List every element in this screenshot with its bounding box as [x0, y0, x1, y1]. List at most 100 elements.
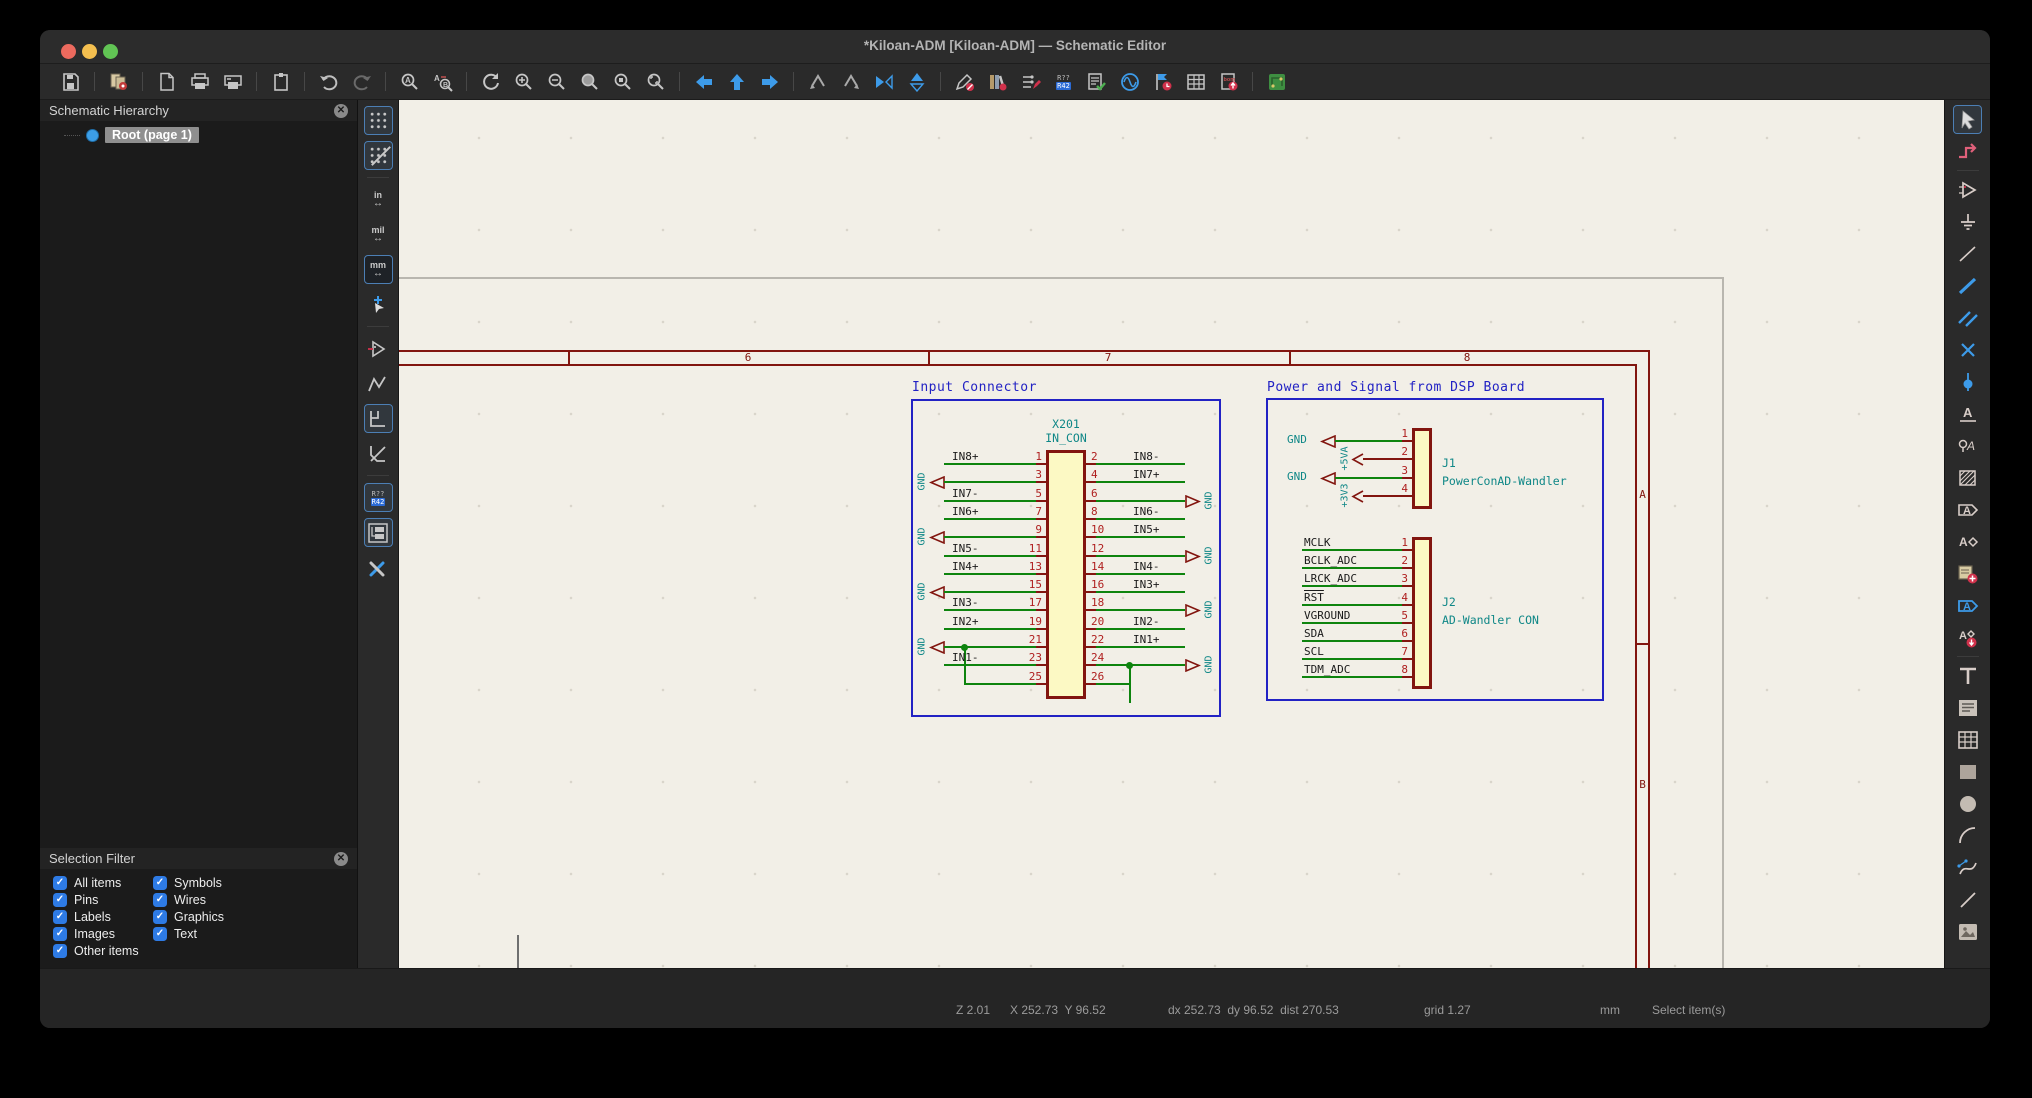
pin-net-label[interactable]: BCLK_ADC	[1304, 554, 1357, 567]
no-connect-icon[interactable]	[1954, 336, 1981, 363]
units-mm-icon[interactable]: mm ↔	[363, 255, 393, 284]
nav-forward-icon[interactable]	[756, 68, 783, 95]
open-pcb-icon[interactable]	[1263, 68, 1290, 95]
page-settings-icon[interactable]	[153, 68, 180, 95]
hierarchical-label-icon[interactable]: A	[1954, 528, 1981, 555]
edit-symbols-icon[interactable]	[951, 68, 978, 95]
zoom-fit-icon[interactable]	[576, 68, 603, 95]
hierarchy-close-icon[interactable]: ✕	[334, 103, 348, 118]
filter-item[interactable]: ✓ Text	[153, 927, 357, 941]
hierarchical-sheet-icon[interactable]	[1954, 560, 1981, 587]
mirror-vertical-icon[interactable]	[903, 68, 930, 95]
connector-pin-row[interactable]: GND 3	[399, 464, 1944, 485]
erc-icon[interactable]	[1083, 68, 1110, 95]
text-box-icon[interactable]	[1954, 694, 1981, 721]
checkbox-checked-icon[interactable]: ✓	[153, 876, 167, 890]
rotate-cw-icon[interactable]	[837, 68, 864, 95]
connector-pin-row[interactable]: IN6+ 7 8 IN6-	[399, 505, 1944, 523]
wire[interactable]	[1302, 603, 1412, 606]
properties-panel-icon[interactable]	[365, 554, 392, 581]
checkbox-checked-icon[interactable]: ✓	[53, 910, 67, 924]
connector-pin-row[interactable]: RST 4	[399, 591, 1944, 609]
find-replace-icon[interactable]: AB	[429, 68, 456, 95]
hv-wires-icon[interactable]	[363, 404, 393, 433]
hidden-pins-icon[interactable]	[365, 335, 392, 362]
line-icon[interactable]	[1954, 886, 1981, 913]
wire[interactable]	[1302, 640, 1412, 642]
circle-icon[interactable]	[1954, 790, 1981, 817]
gnd-power-label[interactable]: GND	[1287, 433, 1307, 446]
checkbox-checked-icon[interactable]: ✓	[153, 927, 167, 941]
add-bus-icon[interactable]	[1954, 272, 1981, 299]
wire[interactable]	[1302, 567, 1412, 570]
pin-table-icon[interactable]	[1017, 68, 1044, 95]
wire[interactable]	[1302, 621, 1412, 624]
symbol-fields-table-icon[interactable]	[1182, 68, 1209, 95]
connector-pin-row[interactable]: MCLK 1	[399, 536, 1944, 554]
wire[interactable]	[964, 682, 1036, 685]
rotate-ccw-icon[interactable]	[804, 68, 831, 95]
gnd-power-label[interactable]: GND	[1287, 470, 1307, 483]
wire[interactable]	[1096, 517, 1185, 520]
refresh-icon[interactable]	[477, 68, 504, 95]
annotate-auto-icon[interactable]: R?? R42	[363, 483, 393, 512]
filter-item[interactable]: ✓ Images	[53, 927, 153, 941]
connector-pin-row[interactable]: BCLK_ADC 2	[399, 554, 1944, 572]
junction-icon[interactable]	[1954, 368, 1981, 395]
pin-net-label[interactable]: MCLK	[1304, 536, 1331, 549]
zoom-out-icon[interactable]	[543, 68, 570, 95]
image-icon[interactable]	[1954, 918, 1981, 945]
schematic-setup-icon[interactable]	[105, 68, 132, 95]
connector-pin-row[interactable]: TDM_ADC 8	[399, 663, 1944, 681]
filter-item[interactable]: ✓ Other items	[53, 944, 153, 958]
add-wire-icon[interactable]	[1954, 240, 1981, 267]
wire[interactable]	[1096, 682, 1129, 685]
filter-item[interactable]: ✓ Labels	[53, 910, 153, 924]
bom-icon[interactable]: bom	[1215, 68, 1242, 95]
print-icon[interactable]	[186, 68, 213, 95]
highlight-net-icon[interactable]	[1954, 138, 1981, 165]
directive-label-icon[interactable]	[1954, 464, 1981, 491]
hierarchy-root-item[interactable]: Root (page 1)	[64, 127, 357, 143]
checkbox-checked-icon[interactable]: ✓	[53, 876, 67, 890]
connector-pin-row[interactable]: SCL 7	[399, 645, 1944, 663]
checkbox-checked-icon[interactable]: ✓	[53, 927, 67, 941]
pin-net-label[interactable]: IN6-	[1133, 505, 1160, 518]
pin-net-label[interactable]: LRCK_ADC	[1304, 572, 1357, 585]
annotate-icon[interactable]: R?? R42	[1050, 68, 1077, 95]
grid-visibility-icon[interactable]	[363, 106, 393, 135]
rectangle-icon[interactable]	[1954, 758, 1981, 785]
wire[interactable]	[1302, 549, 1412, 551]
checkbox-checked-icon[interactable]: ✓	[53, 893, 67, 907]
schematic-canvas[interactable]: 6 7 8 A B Input Connector X201 IN_CON IN…	[399, 100, 1944, 968]
units-mils-icon[interactable]: mil ↔	[365, 221, 392, 248]
add-symbol-icon[interactable]	[1954, 176, 1981, 203]
connector-pin-row[interactable]: +3V3 4	[399, 482, 1944, 508]
probe-icon[interactable]	[1149, 68, 1176, 95]
connector-pin-row[interactable]: LRCK_ADC 3	[399, 572, 1944, 590]
add-power-icon[interactable]	[1954, 208, 1981, 235]
sheet-pin-icon[interactable]: A	[1954, 592, 1981, 619]
filter-item[interactable]: ✓ Graphics	[153, 910, 357, 924]
checkbox-checked-icon[interactable]: ✓	[53, 944, 67, 958]
net-label-icon[interactable]: A	[1954, 400, 1981, 427]
nav-up-icon[interactable]	[723, 68, 750, 95]
nav-back-icon[interactable]	[690, 68, 717, 95]
save-icon[interactable]	[57, 68, 84, 95]
table-icon[interactable]	[1954, 726, 1981, 753]
wire[interactable]	[1302, 676, 1412, 679]
filter-item[interactable]: ✓ Wires	[153, 893, 357, 907]
connector-pin-row[interactable]: +5VA 2	[399, 445, 1944, 471]
connector-pin-row[interactable]: GND 1	[399, 427, 1944, 448]
selection-filter-close-icon[interactable]: ✕	[334, 851, 348, 866]
select-icon[interactable]	[1953, 105, 1982, 134]
wire[interactable]	[1302, 585, 1412, 588]
simulator-icon[interactable]	[1116, 68, 1143, 95]
pin-net-label[interactable]: IN6+	[952, 505, 979, 518]
input-connector-box-title[interactable]: Input Connector	[912, 380, 1037, 395]
units-inches-icon[interactable]: in ↔	[365, 186, 392, 213]
free-angle-wires-icon[interactable]	[365, 370, 392, 397]
zoom-selection-icon[interactable]	[642, 68, 669, 95]
bus-entry-icon[interactable]	[1954, 304, 1981, 331]
connector-pin-row[interactable]: SDA 6	[399, 627, 1944, 645]
